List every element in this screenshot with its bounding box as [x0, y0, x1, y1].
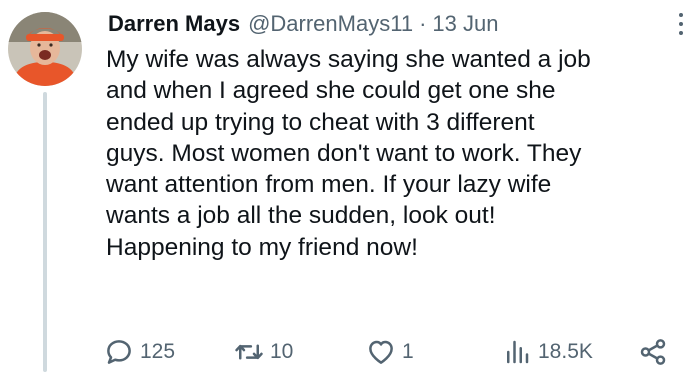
thread-line	[43, 92, 47, 372]
tweet-text-line: Happening to my friend now!	[106, 233, 418, 261]
tweet-text-line: guys. Most women don't want to work. The…	[106, 139, 582, 167]
tweet-date[interactable]: 13 Jun	[432, 11, 498, 37]
more-options-icon[interactable]	[674, 10, 688, 38]
action-bar: 125 10 1 18.5K	[104, 334, 700, 370]
views-button[interactable]: 18.5K	[502, 334, 593, 370]
retweet-icon	[235, 344, 263, 360]
reply-button[interactable]: 125	[104, 334, 175, 370]
share-icon	[640, 339, 666, 365]
reply-count: 125	[140, 340, 176, 363]
tweet-text-line: wants a job all the sudden, look out!	[106, 202, 496, 230]
retweet-count: 10	[270, 340, 294, 363]
author-handle[interactable]: @DarrenMays11	[248, 11, 413, 37]
tweet-header: Darren Mays @DarrenMays11 · 13 Jun	[108, 8, 498, 40]
tweet[interactable]: Darren Mays @DarrenMays11 · 13 Jun My wi…	[0, 0, 700, 372]
views-icon	[507, 340, 529, 364]
tweet-text-line: My wife was always saying she wanted a j…	[106, 46, 591, 73]
heart-icon	[369, 340, 393, 364]
separator: ·	[419, 11, 427, 36]
tweet-text-line: and when I agreed she could get one she	[106, 77, 556, 105]
tweet-text: My wife was always saying she wanted a j…	[106, 44, 694, 263]
avatar-photo	[8, 12, 82, 86]
tweet-text-line: want attention from men. If your lazy wi…	[106, 171, 552, 199]
like-count: 1	[402, 340, 414, 363]
share-button[interactable]	[638, 334, 668, 370]
like-button[interactable]: 1	[366, 334, 414, 370]
tweet-text-line: ended up trying to cheat with 3 differen…	[106, 108, 535, 136]
author-name[interactable]: Darren Mays	[108, 11, 240, 37]
views-count: 18.5K	[538, 340, 593, 363]
retweet-button[interactable]: 10	[234, 334, 293, 370]
reply-icon	[107, 340, 131, 364]
avatar[interactable]	[8, 12, 82, 86]
